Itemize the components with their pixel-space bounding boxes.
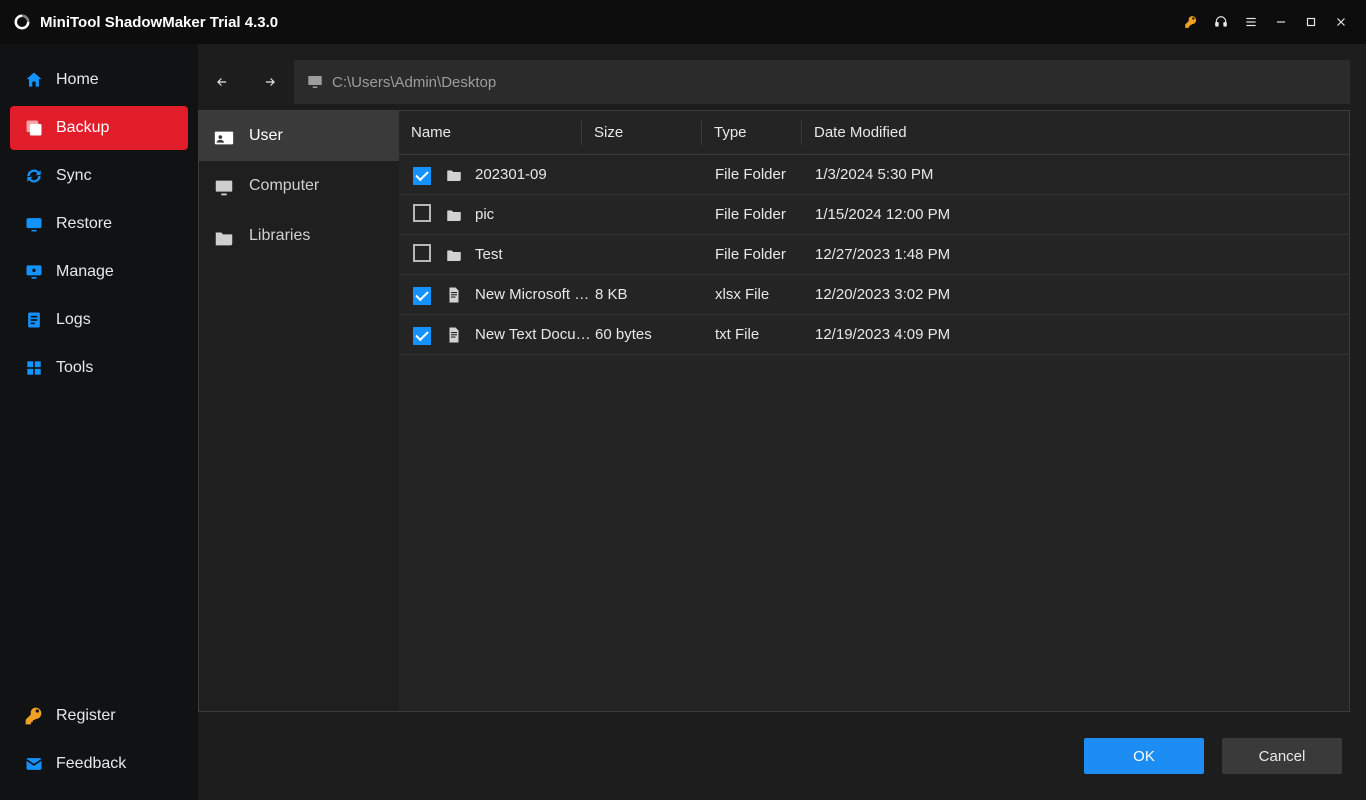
sidebar: Home Backup Sync Restore Manage Logs bbox=[0, 44, 198, 800]
maximize-button[interactable] bbox=[1296, 7, 1326, 37]
file-name: Test bbox=[475, 246, 595, 263]
scope-list: User Computer Libraries bbox=[199, 111, 399, 711]
dialog-footer: OK Cancel bbox=[198, 712, 1366, 800]
sidebar-item-home[interactable]: Home bbox=[10, 58, 188, 102]
backup-icon bbox=[24, 118, 44, 138]
scope-label: Libraries bbox=[249, 227, 310, 245]
folder-icon bbox=[445, 166, 475, 184]
sidebar-item-manage[interactable]: Manage bbox=[10, 250, 188, 294]
key-icon bbox=[24, 706, 44, 726]
sidebar-item-label: Register bbox=[56, 707, 116, 725]
col-header-type[interactable]: Type bbox=[701, 121, 801, 145]
home-icon bbox=[24, 70, 44, 90]
path-input[interactable]: C:\Users\Admin\Desktop bbox=[294, 60, 1350, 104]
file-rows: 202301-09File Folder1/3/2024 5:30 PMpicF… bbox=[399, 155, 1349, 711]
scope-computer[interactable]: Computer bbox=[199, 161, 399, 211]
file-row[interactable]: Test File Folder12/27/2023 1:48 PM bbox=[399, 235, 1349, 275]
restore-icon bbox=[24, 214, 44, 234]
sidebar-item-tools[interactable]: Tools bbox=[10, 346, 188, 390]
file-row[interactable]: New Microsoft E…8 KBxlsx File12/20/2023 … bbox=[399, 275, 1349, 315]
file-type: File Folder bbox=[715, 246, 815, 263]
path-bar: C:\Users\Admin\Desktop bbox=[198, 60, 1350, 104]
sidebar-item-restore[interactable]: Restore bbox=[10, 202, 188, 246]
row-checkbox[interactable] bbox=[413, 244, 431, 262]
sidebar-item-label: Tools bbox=[56, 359, 93, 377]
file-size: 60 bytes bbox=[595, 326, 715, 343]
libraries-scope-icon bbox=[213, 227, 235, 245]
titlebar: MiniTool ShadowMaker Trial 4.3.0 bbox=[0, 0, 1366, 44]
col-header-date[interactable]: Date Modified bbox=[801, 121, 1349, 145]
manage-icon bbox=[24, 262, 44, 282]
sidebar-item-label: Logs bbox=[56, 311, 91, 329]
nav-forward-button[interactable] bbox=[246, 60, 294, 104]
file-name: New Microsoft E… bbox=[475, 286, 595, 303]
row-checkbox[interactable] bbox=[413, 327, 431, 345]
file-list: Name Size Type Date Modified 202301-09 Fi… bbox=[399, 111, 1349, 711]
file-type: File Folder bbox=[715, 206, 815, 223]
file-row[interactable]: New Text Docu…60 bytestxt File12/19/2023… bbox=[399, 315, 1349, 355]
file-name: pic bbox=[475, 206, 595, 223]
document-icon bbox=[445, 286, 475, 304]
computer-icon bbox=[306, 73, 324, 91]
file-date: 12/27/2023 1:48 PM bbox=[815, 246, 1349, 263]
path-text: C:\Users\Admin\Desktop bbox=[332, 74, 496, 91]
row-checkbox[interactable] bbox=[413, 167, 431, 185]
col-header-name[interactable]: Name bbox=[399, 121, 581, 145]
mail-icon bbox=[24, 754, 44, 774]
file-date: 1/15/2024 12:00 PM bbox=[815, 206, 1349, 223]
scope-label: Computer bbox=[249, 177, 319, 195]
folder-icon bbox=[445, 246, 475, 264]
file-date: 12/20/2023 3:02 PM bbox=[815, 286, 1349, 303]
user-scope-icon bbox=[213, 127, 235, 145]
scope-label: User bbox=[249, 127, 283, 145]
file-browser: User Computer Libraries Name Siz bbox=[198, 110, 1350, 712]
file-name: New Text Docu… bbox=[475, 326, 595, 343]
logs-icon bbox=[24, 310, 44, 330]
file-list-header: Name Size Type Date Modified bbox=[399, 111, 1349, 155]
headset-icon[interactable] bbox=[1206, 7, 1236, 37]
computer-scope-icon bbox=[213, 177, 235, 195]
close-button[interactable] bbox=[1326, 7, 1356, 37]
folder-icon bbox=[445, 206, 475, 224]
file-date: 1/3/2024 5:30 PM bbox=[815, 166, 1349, 183]
scope-user[interactable]: User bbox=[199, 111, 399, 161]
sidebar-item-label: Backup bbox=[56, 119, 109, 137]
minimize-button[interactable] bbox=[1266, 7, 1296, 37]
file-date: 12/19/2023 4:09 PM bbox=[815, 326, 1349, 343]
file-type: txt File bbox=[715, 326, 815, 343]
tools-icon bbox=[24, 358, 44, 378]
app-title: MiniTool ShadowMaker Trial 4.3.0 bbox=[40, 14, 278, 31]
sidebar-item-label: Manage bbox=[56, 263, 114, 281]
row-checkbox[interactable] bbox=[413, 287, 431, 305]
sidebar-item-logs[interactable]: Logs bbox=[10, 298, 188, 342]
sidebar-item-register[interactable]: Register bbox=[10, 694, 188, 738]
ok-button[interactable]: OK bbox=[1084, 738, 1204, 774]
sidebar-item-sync[interactable]: Sync bbox=[10, 154, 188, 198]
sidebar-item-feedback[interactable]: Feedback bbox=[10, 742, 188, 786]
scope-libraries[interactable]: Libraries bbox=[199, 211, 399, 261]
cancel-button[interactable]: Cancel bbox=[1222, 738, 1342, 774]
license-key-icon[interactable] bbox=[1176, 7, 1206, 37]
sync-icon bbox=[24, 166, 44, 186]
file-size: 8 KB bbox=[595, 286, 715, 303]
document-icon bbox=[445, 326, 475, 344]
file-type: File Folder bbox=[715, 166, 815, 183]
content-panel: C:\Users\Admin\Desktop User Computer bbox=[198, 44, 1366, 800]
file-name: 202301-09 bbox=[475, 166, 595, 183]
sidebar-item-label: Restore bbox=[56, 215, 112, 233]
file-row[interactable]: 202301-09 File Folder1/3/2024 5:30 PM bbox=[399, 155, 1349, 195]
file-row[interactable]: pic File Folder1/15/2024 12:00 PM bbox=[399, 195, 1349, 235]
nav-back-button[interactable] bbox=[198, 60, 246, 104]
sidebar-item-label: Sync bbox=[56, 167, 92, 185]
file-type: xlsx File bbox=[715, 286, 815, 303]
row-checkbox[interactable] bbox=[413, 204, 431, 222]
app-logo-icon bbox=[12, 12, 32, 32]
menu-icon[interactable] bbox=[1236, 7, 1266, 37]
sidebar-item-backup[interactable]: Backup bbox=[10, 106, 188, 150]
col-header-size[interactable]: Size bbox=[581, 121, 701, 145]
sidebar-item-label: Feedback bbox=[56, 755, 126, 773]
sidebar-item-label: Home bbox=[56, 71, 99, 89]
